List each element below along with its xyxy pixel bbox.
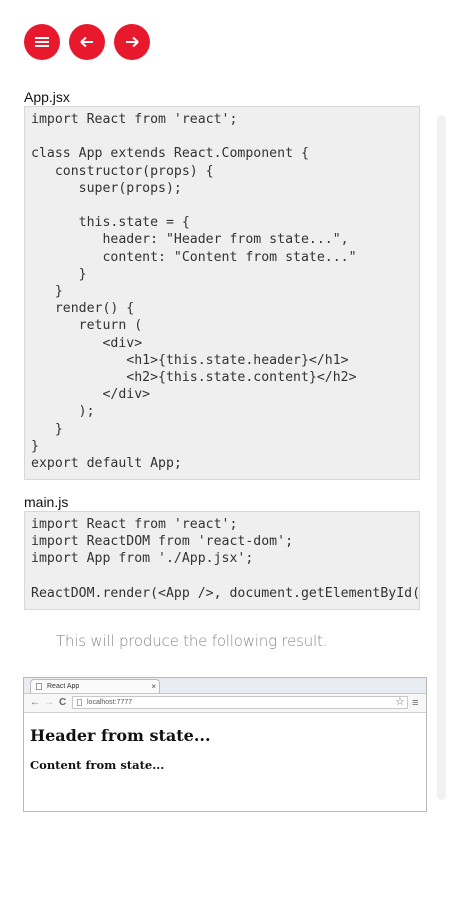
close-icon: × xyxy=(151,682,156,691)
browser-tabstrip: React App × xyxy=(24,678,426,694)
forward-button[interactable] xyxy=(114,24,150,60)
top-toolbar xyxy=(24,24,150,60)
star-icon: ☆ xyxy=(395,696,405,708)
arrow-right-icon xyxy=(126,36,139,48)
browser-tab-title: React App xyxy=(47,683,80,690)
code-block-main-js: import React from 'react'; import ReactD… xyxy=(24,511,420,610)
code-block-app-jsx: import React from 'react'; class App ext… xyxy=(24,106,420,480)
page-icon xyxy=(77,699,82,706)
file-label-app-jsx: App.jsx xyxy=(24,89,70,105)
menu-button[interactable] xyxy=(24,24,60,60)
rendered-header: Header from state... xyxy=(30,726,211,745)
scrollbar[interactable] xyxy=(437,115,446,800)
arrow-left-icon xyxy=(80,36,93,48)
reload-icon: C xyxy=(59,697,67,708)
code-text: import React from 'react'; import ReactD… xyxy=(31,517,420,601)
browser-tab: React App × xyxy=(30,679,160,693)
forward-arrow-icon: → xyxy=(44,697,54,708)
browser-menu-icon: ≡ xyxy=(412,697,419,709)
file-label-main-js: main.js xyxy=(24,494,69,510)
back-button[interactable] xyxy=(69,24,105,60)
code-text: import React from 'react'; class App ext… xyxy=(31,112,357,472)
browser-url: localhost:7777 xyxy=(87,699,133,706)
back-arrow-icon: ← xyxy=(30,697,40,708)
page-icon xyxy=(36,683,42,690)
menu-icon xyxy=(35,37,49,47)
result-description: This will produce the following result. xyxy=(56,632,328,650)
browser-result-image: React App × ← → C localhost:7777 ☆ ≡ Hea… xyxy=(23,677,427,812)
rendered-content: Content from state... xyxy=(30,758,165,772)
browser-navbar: ← → C localhost:7777 ☆ ≡ xyxy=(24,694,426,713)
browser-address-bar: localhost:7777 xyxy=(72,696,408,709)
